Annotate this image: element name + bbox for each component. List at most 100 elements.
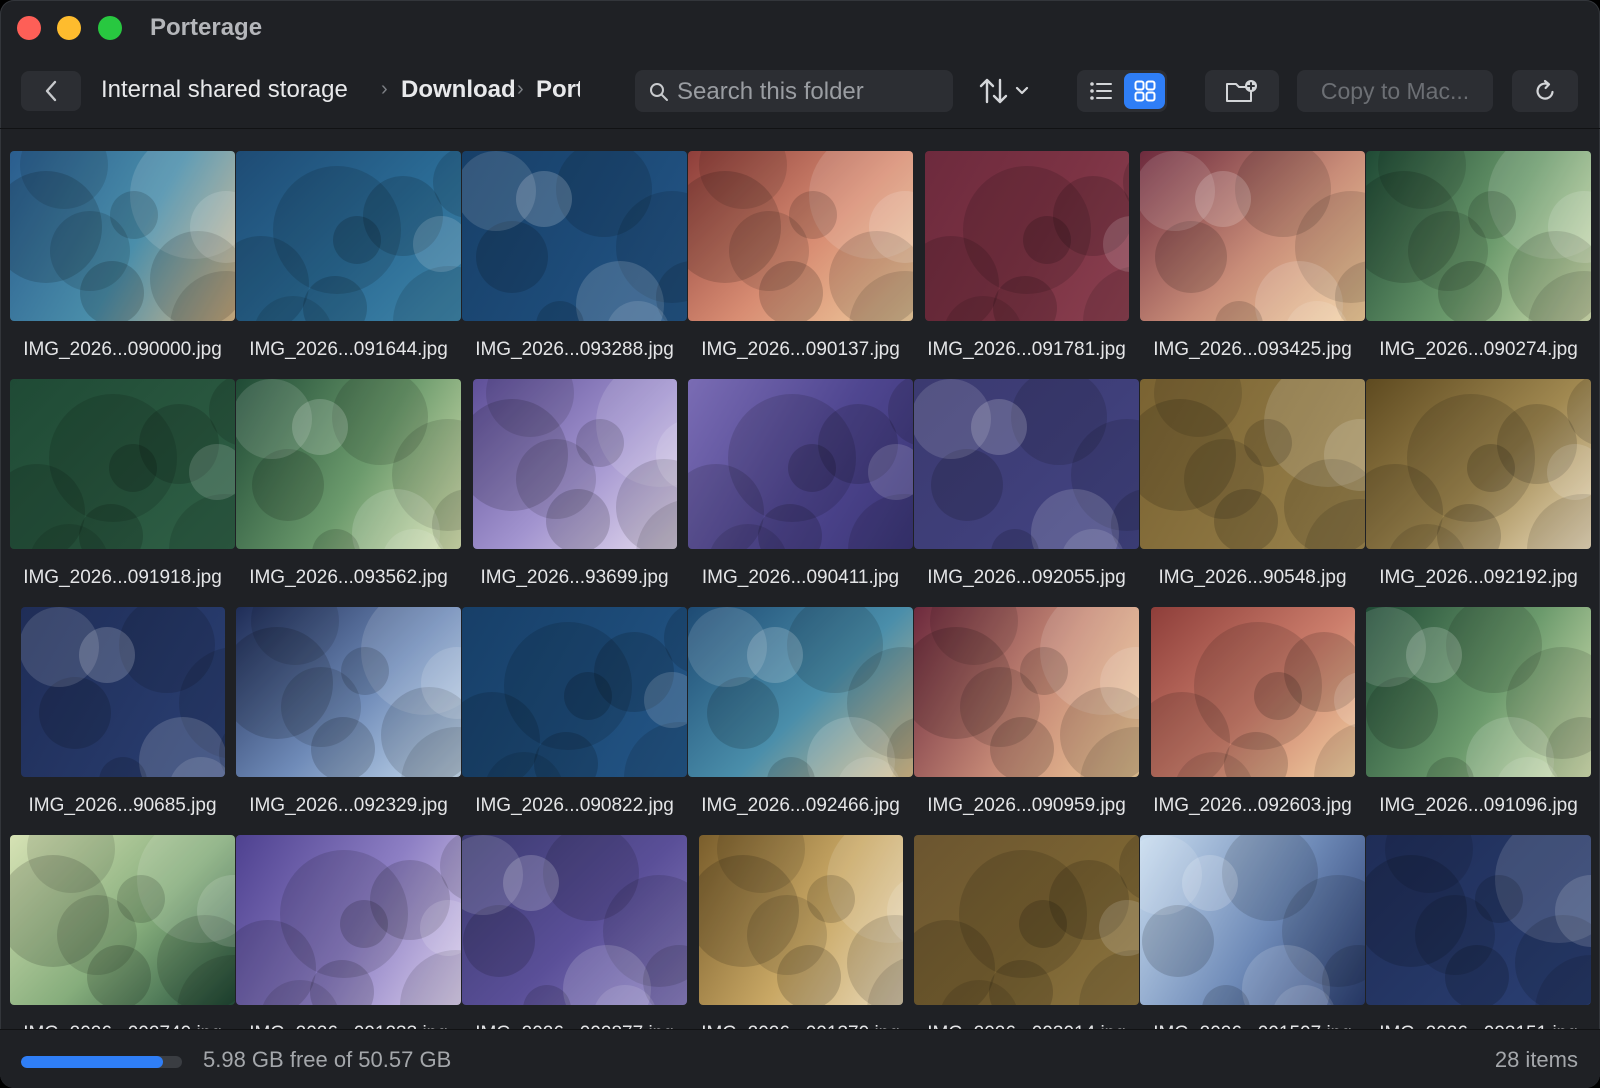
title-bar: Porterage	[0, 0, 1600, 54]
bokeh-circle	[1082, 266, 1129, 321]
file-item[interactable]: IMG_2026...092466.jpg	[688, 607, 913, 835]
bokeh-circle	[644, 672, 687, 728]
file-item[interactable]: IMG_2026...091233.jpg	[236, 835, 461, 1029]
file-thumbnail	[698, 835, 903, 1005]
file-thumbnail	[1366, 607, 1591, 777]
breadcrumb-port[interactable]: Port	[536, 76, 580, 104]
list-view-button[interactable]	[1081, 73, 1121, 109]
refresh-icon	[1536, 79, 1554, 100]
file-name: IMG_2026...091781.jpg	[927, 339, 1126, 360]
bokeh-circle	[420, 900, 461, 956]
file-item[interactable]: IMG_2026...090959.jpg	[914, 607, 1139, 835]
breadcrumb-download[interactable]: Download	[401, 76, 516, 104]
app-title: Porterage	[150, 14, 263, 41]
file-item[interactable]: IMG_2026...093151.jpg	[1366, 835, 1591, 1029]
search-input[interactable]	[675, 70, 949, 114]
file-name: IMG_2026...092603.jpg	[1153, 795, 1352, 816]
refresh-button[interactable]	[1512, 70, 1578, 112]
file-item[interactable]: IMG_2026...093288.jpg	[462, 151, 687, 379]
sort-arrows-icon	[979, 78, 1008, 104]
bokeh-circle	[707, 677, 779, 749]
file-item[interactable]: IMG_2026...090822.jpg	[462, 607, 687, 835]
bokeh-circle	[1244, 419, 1292, 467]
bokeh-circle	[110, 191, 158, 239]
file-thumbnail	[236, 151, 461, 321]
file-item[interactable]: IMG_2026...090274.jpg	[1366, 151, 1591, 379]
bokeh-circle	[1438, 261, 1502, 321]
file-item[interactable]: IMG_2026...091781.jpg	[914, 151, 1139, 379]
file-item[interactable]: IMG_2026...93699.jpg	[462, 379, 687, 607]
file-thumbnail	[924, 151, 1129, 321]
file-name: IMG_2026...093425.jpg	[1153, 339, 1352, 360]
bokeh-circle	[80, 261, 144, 321]
close-window-button[interactable]	[17, 16, 41, 40]
file-item[interactable]: IMG_2026...90548.jpg	[1140, 379, 1365, 607]
file-item[interactable]: IMG_2026...092329.jpg	[236, 607, 461, 835]
file-item[interactable]: IMG_2026...091096.jpg	[1366, 607, 1591, 835]
file-name: IMG_2026...090137.jpg	[701, 339, 900, 360]
bokeh-circle	[789, 191, 837, 239]
bokeh-circle	[776, 945, 841, 1005]
bokeh-circle	[169, 494, 235, 549]
file-item[interactable]: IMG_2026...093562.jpg	[236, 379, 461, 607]
file-item[interactable]: IMG_2026...092055.jpg	[914, 379, 1139, 607]
file-item[interactable]: IMG_2026...090000.jpg	[10, 151, 235, 379]
file-thumbnail	[10, 379, 235, 549]
file-thumbnail	[914, 379, 1139, 549]
bokeh-circle	[1253, 672, 1302, 720]
file-item[interactable]: IMG_2026...091918.jpg	[10, 379, 235, 607]
bokeh-circle	[463, 905, 535, 977]
storage-free-text: 5.98 GB free of 50.57 GB	[203, 1047, 452, 1072]
minimize-window-button[interactable]	[57, 16, 81, 40]
file-name: IMG_2026...93699.jpg	[480, 567, 669, 588]
file-item[interactable]: IMG_2026...091507.jpg	[1140, 835, 1365, 1029]
file-item[interactable]: IMG_2026...090411.jpg	[688, 379, 913, 607]
file-thumbnail	[1140, 379, 1365, 549]
file-thumbnail	[10, 835, 235, 1005]
file-name: IMG_2026...092329.jpg	[249, 795, 448, 816]
bokeh-circle	[20, 607, 99, 687]
file-thumbnail	[236, 379, 461, 549]
file-name: IMG_2026...093288.jpg	[475, 339, 674, 360]
back-button[interactable]	[21, 71, 81, 111]
grid-view-button[interactable]	[1124, 73, 1165, 109]
copy-to-mac-button[interactable]: Copy to Mac...	[1297, 70, 1493, 112]
file-item[interactable]: IMG_2026...092192.jpg	[1366, 379, 1591, 607]
file-name: IMG_2026...092466.jpg	[701, 795, 900, 816]
search-box	[635, 70, 953, 114]
file-thumbnail	[1140, 151, 1365, 321]
bokeh-circle	[87, 945, 151, 1005]
file-item[interactable]: IMG_2026...091644.jpg	[236, 151, 461, 379]
file-item[interactable]: IMG_2026...091370.jpg	[688, 835, 913, 1029]
file-thumbnail	[462, 607, 687, 777]
file-item[interactable]: IMG_2026...092740.jpg	[10, 835, 235, 1029]
sort-button[interactable]	[978, 74, 1034, 108]
file-item[interactable]: IMG_2026...090137.jpg	[688, 151, 913, 379]
file-name: IMG_2026...90548.jpg	[1158, 567, 1347, 588]
bokeh-circle	[476, 221, 548, 293]
file-grid: IMG_2026...090000.jpg IMG_2026...091644.j…	[0, 129, 1600, 1029]
view-mode-toggle	[1077, 70, 1167, 112]
file-thumbnail	[236, 835, 461, 1005]
file-name: IMG_2026...092192.jpg	[1379, 567, 1578, 588]
file-item[interactable]: IMG_2026...092603.jpg	[1140, 607, 1365, 835]
file-item[interactable]: IMG_2026...90685.jpg	[10, 607, 235, 835]
bokeh-circle	[189, 444, 235, 500]
storage-usage-fill	[21, 1056, 163, 1068]
file-thumbnail	[914, 835, 1139, 1005]
bokeh-circle	[1475, 875, 1523, 923]
bokeh-circle	[1468, 191, 1516, 239]
file-name: IMG_2026...091096.jpg	[1379, 795, 1578, 816]
file-item[interactable]: IMG_2026...093425.jpg	[1140, 151, 1365, 379]
zoom-window-button[interactable]	[98, 16, 122, 40]
breadcrumb-internal-storage[interactable]: Internal shared storage	[101, 76, 348, 104]
file-name: IMG_2026...090411.jpg	[701, 567, 900, 588]
bokeh-circle	[1467, 444, 1515, 492]
new-folder-icon	[1226, 80, 1257, 102]
status-bar: 5.98 GB free of 50.57 GB 28 items	[0, 1029, 1600, 1088]
bokeh-circle	[1313, 722, 1355, 777]
file-item[interactable]: IMG_2026...092877.jpg	[462, 835, 687, 1029]
new-folder-button[interactable]	[1205, 70, 1279, 112]
bokeh-circle	[109, 444, 157, 492]
file-item[interactable]: IMG_2026...093014.jpg	[914, 835, 1139, 1029]
